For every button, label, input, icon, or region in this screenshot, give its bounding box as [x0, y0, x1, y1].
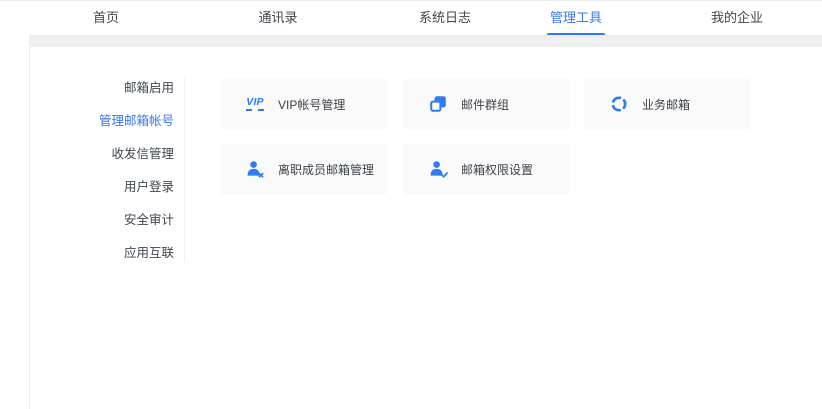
tab-system-log-label: 系统日志	[419, 10, 471, 25]
card-mail-group[interactable]: 邮件群组	[403, 79, 570, 129]
card-label: 业务邮箱	[642, 96, 690, 113]
mailbox-permission-icon	[427, 159, 449, 179]
sidebar-item-user-login[interactable]: 用户登录	[30, 171, 174, 204]
sidebar-item-send-receive-management[interactable]: 收发信管理	[30, 138, 174, 171]
business-mailbox-icon	[608, 94, 630, 114]
card-resigned-member-mailbox-management[interactable]: 离职成员邮箱管理	[220, 144, 387, 194]
resigned-member-icon	[244, 159, 266, 179]
card-vip-account-management[interactable]: VIP VIP帐号管理	[220, 79, 387, 129]
card-label: VIP帐号管理	[278, 96, 345, 113]
tab-contacts-label: 通讯录	[258, 10, 297, 25]
vip-icon: VIP	[244, 94, 266, 114]
tab-home-label: 首页	[93, 10, 119, 25]
tab-admin-tools[interactable]: 管理工具	[550, 1, 602, 36]
sidebar: 邮箱启用 管理邮箱帐号 收发信管理 用户登录 安全审计 应用互联	[30, 72, 174, 270]
sidebar-item-app-interconnect[interactable]: 应用互联	[30, 237, 174, 270]
tab-my-enterprise[interactable]: 我的企业	[711, 1, 763, 36]
tab-home[interactable]: 首页	[93, 1, 119, 36]
sidebar-item-security-audit[interactable]: 安全审计	[30, 204, 174, 237]
tab-system-log[interactable]: 系统日志	[419, 1, 471, 36]
card-label: 邮件群组	[461, 96, 509, 113]
sidebar-divider	[184, 78, 185, 262]
card-mailbox-permission-settings[interactable]: 邮箱权限设置	[403, 144, 570, 194]
tab-my-enterprise-label: 我的企业	[711, 10, 763, 25]
card-business-mailbox[interactable]: 业务邮箱	[584, 79, 751, 129]
sidebar-item-mailbox-enable[interactable]: 邮箱启用	[30, 72, 174, 105]
top-nav: 首页 通讯录 系统日志 管理工具 我的企业	[0, 0, 822, 36]
tab-admin-tools-label: 管理工具	[550, 10, 602, 25]
tab-contacts[interactable]: 通讯录	[258, 1, 297, 36]
card-label: 离职成员邮箱管理	[278, 161, 374, 178]
sidebar-item-manage-mailbox-accounts[interactable]: 管理邮箱帐号	[30, 105, 174, 138]
nav-divider-band	[29, 35, 822, 47]
card-label: 邮箱权限设置	[461, 161, 533, 178]
mail-group-icon	[427, 94, 449, 114]
